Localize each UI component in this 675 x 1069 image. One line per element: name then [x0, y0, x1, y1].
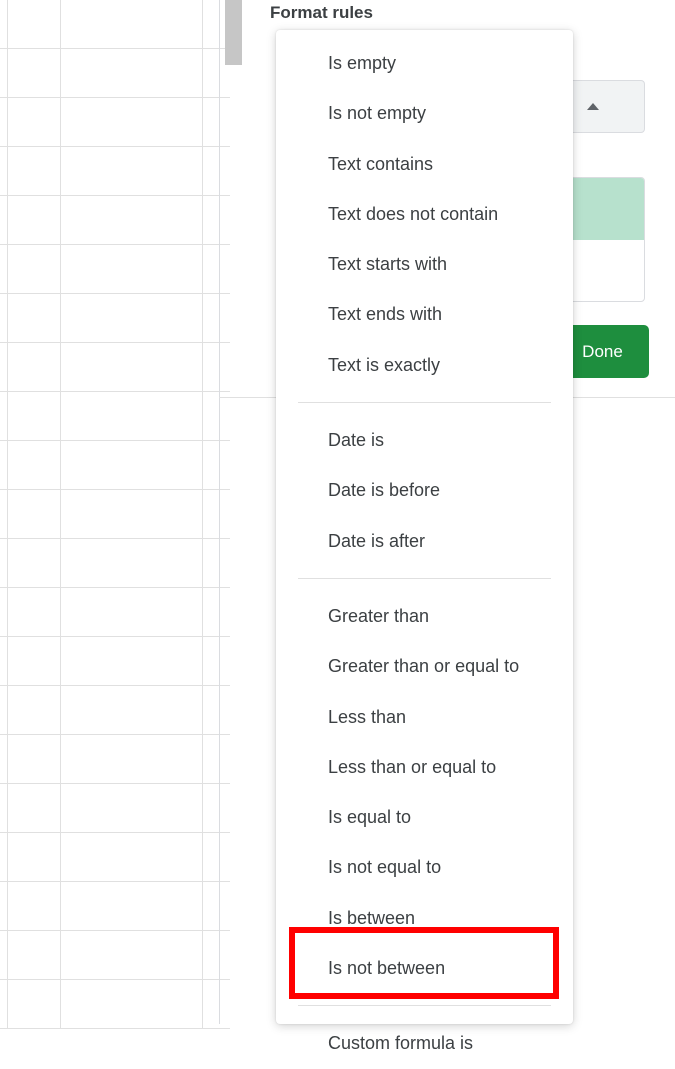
menu-item-text-starts-with[interactable]: Text starts with	[276, 239, 573, 289]
menu-divider	[298, 1005, 551, 1006]
menu-item-is-not-empty[interactable]: Is not empty	[276, 88, 573, 138]
menu-item-is-empty[interactable]: Is empty	[276, 38, 573, 88]
spreadsheet-grid[interactable]	[0, 0, 230, 1024]
menu-item-greater-than-or-equal[interactable]: Greater than or equal to	[276, 641, 573, 691]
menu-divider	[298, 578, 551, 579]
menu-item-text-contains[interactable]: Text contains	[276, 139, 573, 189]
menu-divider	[298, 402, 551, 403]
menu-item-text-does-not-contain[interactable]: Text does not contain	[276, 189, 573, 239]
menu-item-less-than-or-equal[interactable]: Less than or equal to	[276, 742, 573, 792]
menu-item-date-is[interactable]: Date is	[276, 415, 573, 465]
menu-item-is-between[interactable]: Is between	[276, 893, 573, 943]
menu-item-is-not-between[interactable]: Is not between	[276, 943, 573, 993]
menu-item-is-equal-to[interactable]: Is equal to	[276, 792, 573, 842]
menu-item-date-is-after[interactable]: Date is after	[276, 516, 573, 566]
done-button-label: Done	[582, 342, 623, 362]
menu-item-is-not-equal-to[interactable]: Is not equal to	[276, 842, 573, 892]
format-rule-menu: Is empty Is not empty Text contains Text…	[276, 30, 573, 1024]
menu-item-greater-than[interactable]: Greater than	[276, 591, 573, 641]
menu-item-text-is-exactly[interactable]: Text is exactly	[276, 340, 573, 390]
format-rules-heading: Format rules	[270, 3, 675, 23]
menu-item-date-is-before[interactable]: Date is before	[276, 465, 573, 515]
chevron-up-icon	[587, 103, 599, 110]
menu-item-custom-formula[interactable]: Custom formula is	[276, 1018, 573, 1068]
menu-item-text-ends-with[interactable]: Text ends with	[276, 289, 573, 339]
menu-item-less-than[interactable]: Less than	[276, 692, 573, 742]
